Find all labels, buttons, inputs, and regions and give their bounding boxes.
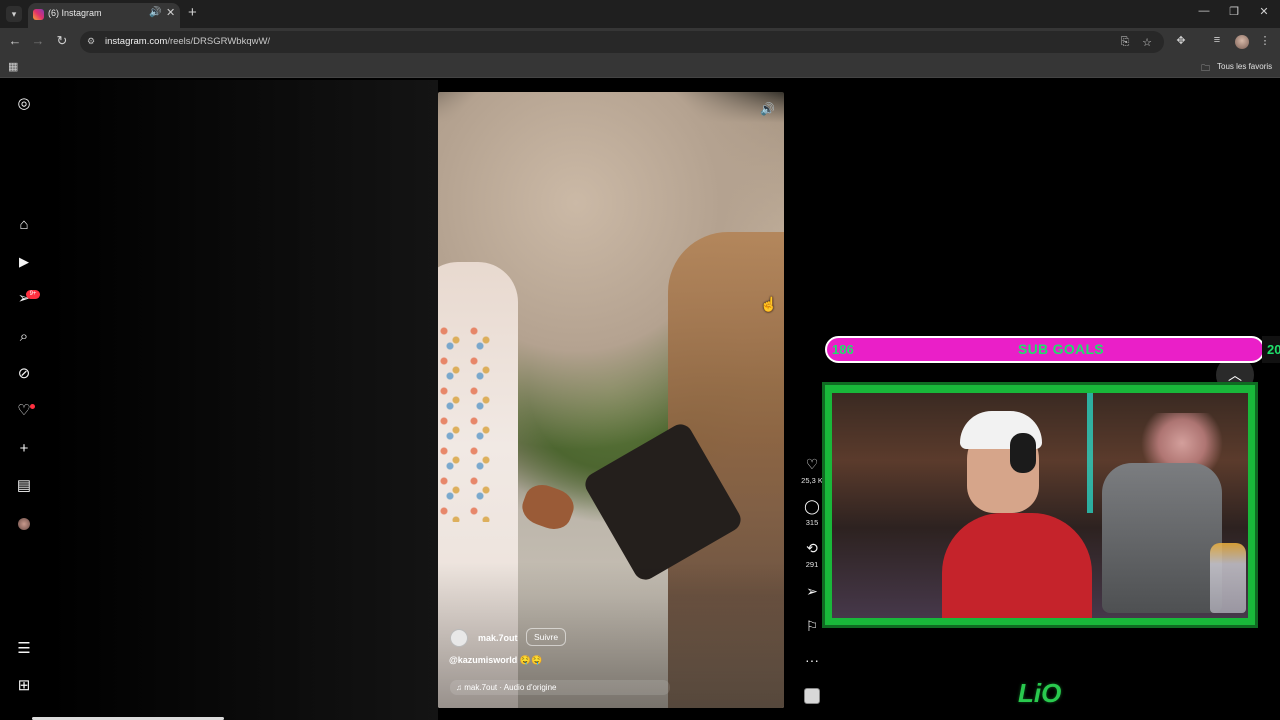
save-bookmark-icon[interactable]: ⚐ <box>802 618 822 635</box>
like-heart-icon[interactable]: ♡ <box>802 456 822 473</box>
browser-menu-icon[interactable]: ⋮ <box>1258 34 1272 47</box>
reel-audio-text: mak.7out · Audio d'origine <box>464 683 557 692</box>
instagram-favicon-icon <box>33 9 44 20</box>
all-bookmarks-label[interactable]: Tous les favoris <box>1217 62 1272 71</box>
folder-icon[interactable]: 🗀 <box>1201 61 1210 77</box>
instagram-sidebar: ◎ ⌂ ▶ ➢ 9+ ⌕ ⊘ ♡ + ▤ ☰ ⊞ <box>0 80 48 720</box>
webcam-streamer-shirt <box>942 513 1092 618</box>
sub-goals-target: 20 <box>1267 342 1280 357</box>
background-gradient <box>48 80 438 720</box>
tab-search-button[interactable]: ▾ <box>6 6 22 22</box>
webcam-neon-light <box>1087 393 1093 513</box>
browser-profile-avatar[interactable] <box>1235 35 1249 49</box>
video-scene-dress-pattern <box>438 322 498 522</box>
close-window-button[interactable]: ✕ <box>1254 5 1274 18</box>
home-icon[interactable]: ⌂ <box>15 216 33 234</box>
browser-tab-bar: ▾ (6) Instagram 🔊 ✕ + — ❐ ✕ <box>0 0 1280 28</box>
browser-tab[interactable]: (6) Instagram 🔊 ✕ <box>28 3 180 28</box>
explore-icon[interactable]: ⊘ <box>15 365 33 383</box>
repost-icon[interactable]: ⟲ <box>802 540 822 557</box>
video-scene-hand <box>517 479 579 535</box>
tab-audio-icon[interactable]: 🔊 <box>149 7 161 18</box>
webcam-gaming-chair <box>1102 463 1222 613</box>
tab-close-icon[interactable]: ✕ <box>166 6 175 19</box>
more-options-icon[interactable]: ··· <box>802 652 822 668</box>
webcam-headset <box>1010 433 1036 473</box>
site-info-icon[interactable]: ⚙ <box>87 36 95 47</box>
reel-audio-link[interactable]: ♫ mak.7out · Audio d'origine <box>450 680 670 695</box>
browser-toolbar: ← → ↻ ⚙ instagram.com/reels/DRSGRWbkqwW/… <box>0 28 1280 56</box>
apps-grid-icon[interactable]: ▦ <box>8 60 18 73</box>
reel-video[interactable]: 🔊 mak.7out Suivre @kazumisworld 🤤🤤 ♫ mak… <box>438 92 784 708</box>
url-path: /reels/DRSGRWbkqwW/ <box>167 36 271 47</box>
sub-goals-current: 186 <box>832 342 854 357</box>
restore-button[interactable]: ❐ <box>1224 5 1244 18</box>
bookmark-star-icon[interactable]: ☆ <box>1140 36 1154 49</box>
back-button[interactable]: ← <box>7 33 23 48</box>
install-app-icon[interactable]: ⎘ <box>1118 36 1132 49</box>
sub-goals-title: SUB GOALS <box>1018 341 1104 357</box>
follow-button[interactable]: Suivre <box>526 628 567 646</box>
meta-apps-icon[interactable]: ⊞ <box>15 677 33 695</box>
audio-thumbnail[interactable] <box>804 688 820 704</box>
forward-button[interactable]: → <box>30 33 46 48</box>
reel-username[interactable]: mak.7out <box>478 633 518 643</box>
reels-icon[interactable]: ▶ <box>15 253 33 271</box>
more-menu-icon[interactable]: ☰ <box>15 640 33 658</box>
media-controls-icon[interactable]: ≡ <box>1210 34 1224 46</box>
create-icon[interactable]: + <box>15 440 33 458</box>
share-icon[interactable]: ➢ <box>802 583 822 600</box>
webcam-feed <box>832 393 1248 618</box>
notifications-dot <box>30 404 35 409</box>
instagram-logo-icon[interactable]: ◎ <box>15 95 33 113</box>
minimize-button[interactable]: — <box>1194 5 1214 17</box>
streamer-logo: LiO <box>1018 678 1062 708</box>
new-tab-button[interactable]: + <box>188 4 197 21</box>
search-icon[interactable]: ⌕ <box>15 328 33 346</box>
address-bar[interactable]: ⚙ instagram.com/reels/DRSGRWbkqwW/ ⎘ ☆ <box>80 31 1164 53</box>
profile-avatar[interactable] <box>18 518 30 530</box>
bookmarks-bar: ▦ 🗀 Tous les favoris <box>0 56 1280 78</box>
webcam-bottle <box>1210 543 1246 613</box>
tab-title: (6) Instagram <box>48 8 102 18</box>
extensions-icon[interactable]: ✥ <box>1174 34 1188 47</box>
comment-icon[interactable]: ◯ <box>802 498 822 515</box>
url-host: instagram.com <box>105 36 168 47</box>
reel-author-avatar[interactable] <box>450 629 468 647</box>
dashboard-icon[interactable]: ▤ <box>15 477 33 495</box>
reel-caption[interactable]: @kazumisworld 🤤🤤 <box>449 655 542 666</box>
sound-toggle-icon[interactable]: 🔊 <box>760 102 775 116</box>
reload-button[interactable]: ↻ <box>54 33 70 49</box>
messages-badge: 9+ <box>26 290 40 299</box>
mouse-pointer-icon: ☝ <box>760 296 778 312</box>
url-text[interactable]: instagram.com/reels/DRSGRWbkqwW/ <box>105 36 270 47</box>
